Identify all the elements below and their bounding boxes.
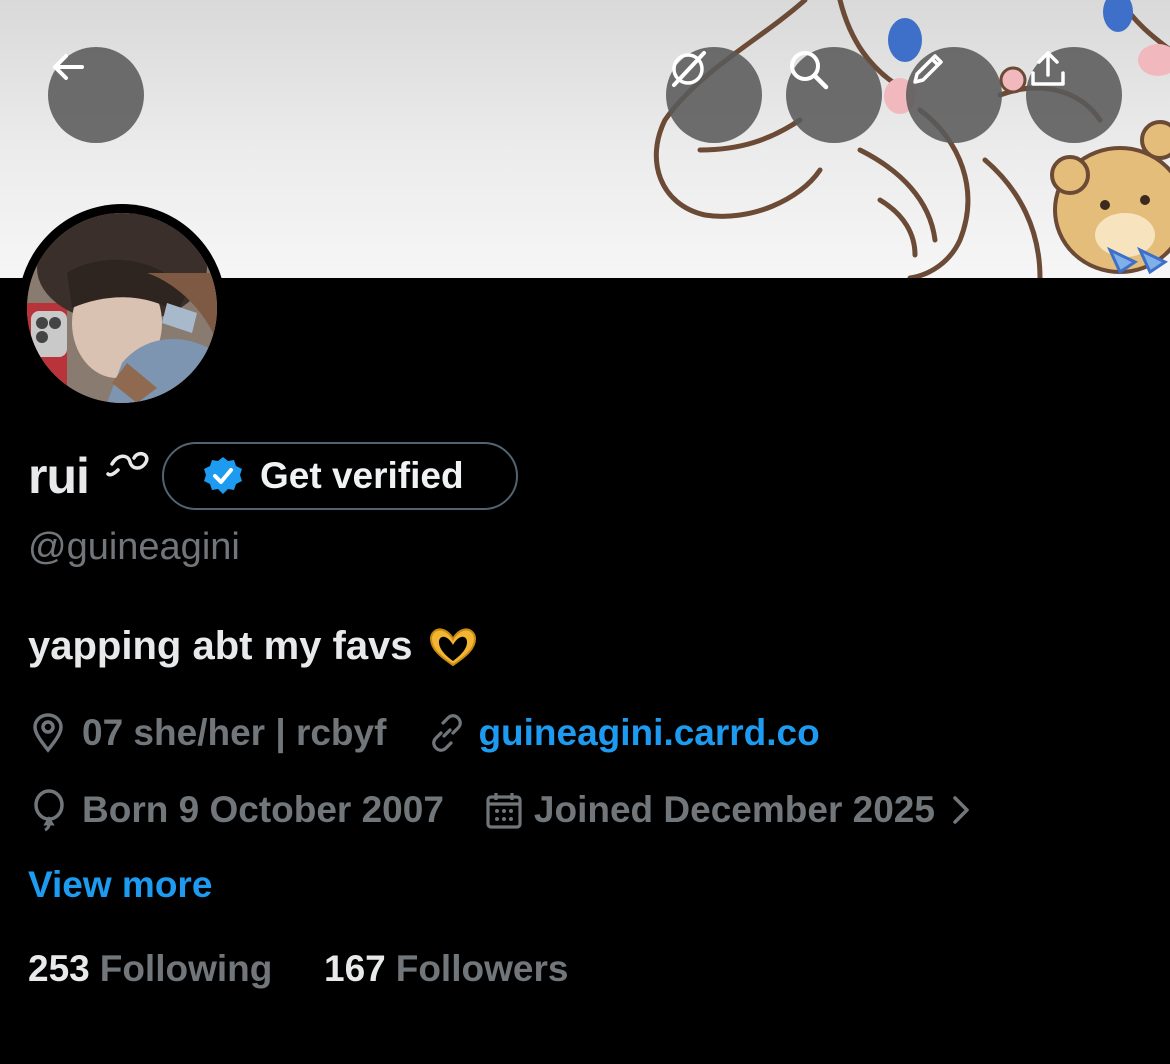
name-row: rui	[28, 440, 149, 512]
meta-row-location: 07 she/her | rcbyf guineagini.carrd.co	[28, 712, 820, 754]
born-text: Born 9 October 2007	[82, 789, 444, 830]
followers-label: Followers	[395, 948, 569, 989]
website-link[interactable]: guineagini.carrd.co	[478, 712, 819, 754]
verified-badge-icon	[204, 457, 242, 494]
share-icon	[1031, 51, 1065, 86]
display-name: rui	[28, 448, 90, 504]
edit-button[interactable]	[906, 47, 1002, 143]
get-verified-label: Get verified	[260, 455, 464, 496]
bio-text: yapping abt my favs	[28, 624, 413, 668]
profile-avatar-button[interactable]	[18, 204, 226, 412]
avatar-photo	[27, 213, 217, 403]
joined-text: Joined December 2025	[533, 789, 935, 830]
link-icon	[432, 714, 463, 752]
followers-count: 167	[324, 948, 386, 989]
following-link[interactable]: 253 Following	[28, 948, 272, 990]
search-button[interactable]	[786, 47, 882, 143]
share-button[interactable]	[1026, 47, 1122, 143]
meta-row-dates: Born 9 October 2007 Joined December 2025	[28, 788, 973, 832]
balloon-icon	[34, 789, 64, 832]
back-arrow-icon	[53, 54, 84, 80]
view-more-link[interactable]: View more	[28, 864, 212, 906]
heart-hands-emoji	[429, 628, 476, 666]
get-verified-button[interactable]: Get verified	[162, 442, 518, 510]
back-button[interactable]	[48, 47, 144, 143]
grok-icon	[672, 51, 706, 87]
avatar	[27, 213, 217, 403]
grok-button[interactable]	[666, 47, 762, 143]
edit-pencil-icon	[913, 54, 943, 84]
chevron-right-icon[interactable]	[949, 792, 973, 828]
profile-handle: @guineagini	[28, 526, 240, 568]
location-text: 07 she/her | rcbyf	[82, 712, 387, 753]
profile-bio: yapping abt my favs	[28, 624, 479, 669]
followers-link[interactable]: 167 Followers	[324, 948, 568, 990]
calendar-icon	[486, 793, 522, 829]
search-icon	[790, 51, 829, 90]
following-count: 253	[28, 948, 90, 989]
name-decoration-icon	[106, 451, 149, 477]
location-pin-icon	[33, 713, 63, 753]
following-label: Following	[99, 948, 273, 989]
